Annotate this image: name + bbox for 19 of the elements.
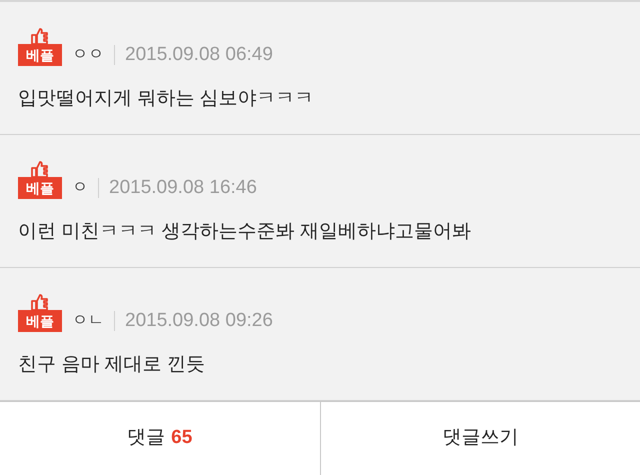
best-badge: 베플	[18, 44, 62, 66]
author-name: ㅇㅇ	[72, 45, 104, 65]
comment-count: 65	[171, 426, 192, 450]
best-badge: 베플	[18, 177, 62, 199]
thumbs-up-icon	[30, 161, 50, 177]
best-badge: 베플	[18, 310, 62, 332]
thumbs-up-icon	[30, 28, 50, 44]
write-comment-button[interactable]: 댓글쓰기	[320, 402, 640, 475]
comment-date: 2015.09.08 16:46	[109, 177, 257, 199]
comments-label: 댓글	[127, 426, 166, 450]
author-name: ㅇㄴ	[72, 311, 104, 331]
comment-date: 2015.09.08 06:49	[125, 44, 273, 66]
comment-text: 이런 미친ㅋㅋㅋ 생각하는수준봐 재일베하냐고물어봐	[18, 220, 472, 244]
thumbs-up-icon	[30, 294, 50, 310]
comments-count-button[interactable]: 댓글 65	[0, 402, 320, 475]
comment-date: 2015.09.08 09:26	[125, 310, 273, 332]
author-name: ㅇ	[72, 178, 88, 198]
comment-text: 입맛떨어지게 뭐하는 심보야ㅋㅋㅋ	[18, 87, 315, 111]
comment-text: 친구 음마 제대로 낀듯	[18, 353, 206, 377]
